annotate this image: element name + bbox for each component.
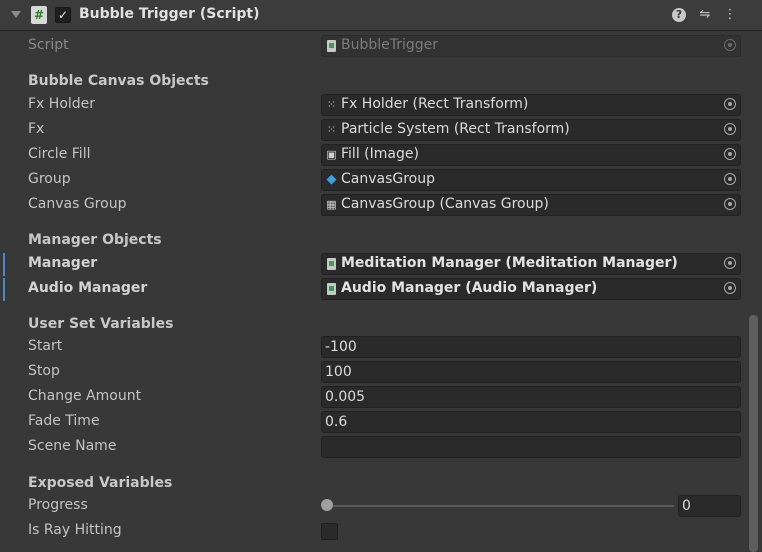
- field-row-manager: Manager Meditation Manager (Meditation M…: [0, 252, 748, 277]
- progress-slider-track[interactable]: [325, 505, 674, 507]
- field-label: Change Amount: [28, 388, 142, 404]
- script-row: Script BubbleTrigger: [0, 34, 748, 59]
- float-field-value: 0.005: [325, 389, 366, 405]
- script-asset-icon: [327, 40, 336, 52]
- script-asset-icon: [327, 283, 336, 295]
- field-label: Is Ray Hitting: [28, 522, 122, 538]
- field-label: Audio Manager: [28, 280, 148, 296]
- rect-transform-icon: ⁙: [326, 98, 337, 111]
- float-field[interactable]: -100: [321, 336, 741, 358]
- object-field[interactable]: ▣ Fill (Image): [321, 144, 741, 166]
- script-icon: #: [31, 6, 47, 24]
- field-row-stop: Stop 100: [0, 360, 748, 385]
- object-field[interactable]: ⁙ Fx Holder (Rect Transform): [321, 94, 741, 116]
- field-row-start: Start -100: [0, 335, 748, 360]
- field-label: Fx Holder: [28, 96, 96, 112]
- field-label: Canvas Group: [28, 196, 127, 212]
- field-label: Circle Fill: [28, 146, 91, 162]
- object-field[interactable]: ⁙ Particle System (Rect Transform): [321, 119, 741, 141]
- component-enabled-checkbox[interactable]: ✓: [55, 7, 71, 23]
- section-user-set-variables: User Set Variables: [28, 316, 174, 332]
- script-field: BubbleTrigger: [321, 35, 741, 57]
- object-field-value: CanvasGroup: [341, 171, 436, 187]
- field-row-fx-holder: Fx Holder ⁙ Fx Holder (Rect Transform): [0, 93, 748, 118]
- object-picker-icon[interactable]: [724, 257, 736, 269]
- text-field[interactable]: [321, 436, 741, 458]
- section-exposed-variables: Exposed Variables: [28, 475, 173, 491]
- override-indicator: [3, 278, 5, 301]
- object-field[interactable]: Audio Manager (Audio Manager): [321, 278, 741, 300]
- field-label: Progress: [28, 497, 88, 513]
- object-field-value: Fx Holder (Rect Transform): [341, 96, 529, 112]
- gameobject-cube-icon: ◆: [326, 172, 337, 187]
- object-field[interactable]: Meditation Manager (Meditation Manager): [321, 253, 741, 275]
- object-picker-icon[interactable]: [724, 123, 736, 135]
- object-field-value: CanvasGroup (Canvas Group): [341, 196, 549, 212]
- object-field[interactable]: ◆ CanvasGroup: [321, 169, 741, 191]
- foldout-arrow-icon[interactable]: [11, 11, 21, 18]
- progress-slider-handle[interactable]: [321, 499, 333, 511]
- object-picker-icon: [724, 39, 736, 51]
- field-label: Stop: [28, 363, 60, 379]
- section-bubble-canvas-objects: Bubble Canvas Objects: [28, 73, 209, 89]
- field-label: Start: [28, 338, 63, 354]
- script-label: Script: [28, 37, 69, 53]
- field-row-fx: Fx ⁙ Particle System (Rect Transform): [0, 118, 748, 143]
- float-field-value: 0.6: [325, 414, 348, 430]
- object-field[interactable]: ▦ CanvasGroup (Canvas Group): [321, 194, 741, 216]
- field-label: Group: [28, 171, 71, 187]
- field-row-fade-time: Fade Time 0.6: [0, 410, 748, 435]
- help-icon[interactable]: ?: [672, 8, 686, 22]
- field-row-scene-name: Scene Name: [0, 435, 748, 460]
- image-icon: ▣: [326, 148, 337, 161]
- object-field-value: Particle System (Rect Transform): [341, 121, 570, 137]
- canvas-group-icon: ▦: [326, 198, 337, 211]
- rect-transform-icon: ⁙: [326, 123, 337, 136]
- presets-icon[interactable]: ⇋: [697, 7, 713, 23]
- field-row-audio-manager: Audio Manager Audio Manager (Audio Manag…: [0, 277, 748, 302]
- object-picker-icon[interactable]: [724, 98, 736, 110]
- progress-value-field[interactable]: 0: [678, 495, 741, 517]
- field-label: Manager: [28, 255, 98, 271]
- object-field-value: Audio Manager (Audio Manager): [341, 280, 598, 296]
- field-row-progress: Progress 0: [0, 494, 748, 519]
- object-picker-icon[interactable]: [724, 198, 736, 210]
- component-header: # ✓ Bubble Trigger (Script) ? ⇋ ⋮: [0, 0, 762, 31]
- object-field-value: Fill (Image): [341, 146, 419, 162]
- component-title: Bubble Trigger (Script): [79, 6, 260, 22]
- float-field-value: 100: [325, 364, 352, 380]
- float-field-value: -100: [325, 339, 357, 355]
- progress-value: 0: [682, 498, 691, 514]
- script-value: BubbleTrigger: [341, 37, 439, 53]
- is-ray-hitting-checkbox[interactable]: [321, 523, 338, 540]
- field-row-change-amount: Change Amount 0.005: [0, 385, 748, 410]
- field-row-group: Group ◆ CanvasGroup: [0, 168, 748, 193]
- field-row-canvas-group: Canvas Group ▦ CanvasGroup (Canvas Group…: [0, 193, 748, 218]
- override-indicator: [3, 253, 5, 276]
- object-picker-icon[interactable]: [724, 282, 736, 294]
- object-picker-icon[interactable]: [724, 173, 736, 185]
- more-options-icon[interactable]: ⋮: [722, 7, 738, 23]
- object-field-value: Meditation Manager (Meditation Manager): [341, 255, 678, 271]
- vertical-scrollbar[interactable]: [749, 315, 758, 552]
- field-row-is-ray-hitting: Is Ray Hitting: [0, 519, 748, 544]
- script-asset-icon: [327, 258, 336, 270]
- section-manager-objects: Manager Objects: [28, 232, 162, 248]
- field-label: Fx: [28, 121, 45, 137]
- object-picker-icon[interactable]: [724, 148, 736, 160]
- float-field[interactable]: 100: [321, 361, 741, 383]
- float-field[interactable]: 0.6: [321, 411, 741, 433]
- field-label: Scene Name: [28, 438, 117, 454]
- field-label: Fade Time: [28, 413, 100, 429]
- float-field[interactable]: 0.005: [321, 386, 741, 408]
- field-row-circle-fill: Circle Fill ▣ Fill (Image): [0, 143, 748, 168]
